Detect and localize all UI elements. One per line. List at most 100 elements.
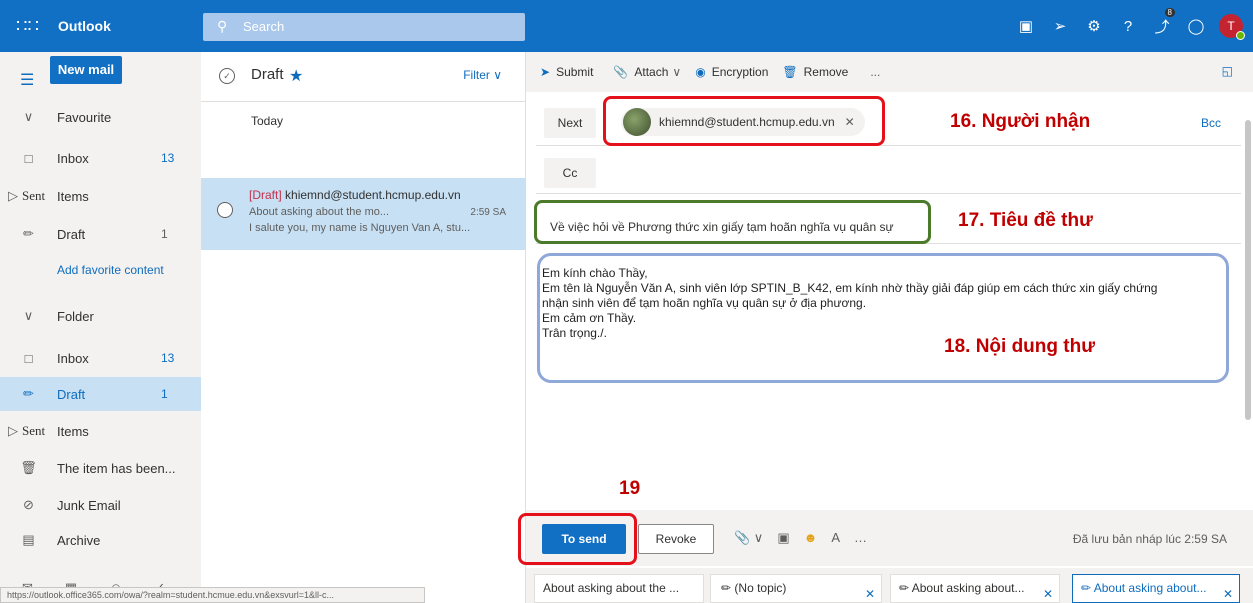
pencil-icon: ✏ [23, 386, 34, 401]
send-icon: ➤ [540, 65, 551, 79]
send-highlight [518, 513, 637, 565]
app-launcher-icon[interactable]: ∷∷ [16, 16, 39, 36]
draft-tab[interactable]: ✏ About asking about... ✕ [890, 574, 1060, 603]
revoke-button[interactable]: Revoke [638, 524, 714, 554]
search-placeholder: Search [243, 19, 285, 34]
filter-button[interactable]: Filter ∨ [463, 68, 502, 82]
recipient-highlight [603, 96, 885, 146]
notification-icon[interactable]: ◯ [1179, 17, 1213, 35]
feedback-icon[interactable]: ⤴ 8 [1145, 7, 1179, 37]
bcc-button[interactable]: Bcc [1201, 116, 1221, 130]
draft-tabs: About asking about the ... ✏ (No topic) ✕… [526, 568, 1253, 603]
draft-tab[interactable]: ✏ (No topic) ✕ [710, 574, 882, 603]
add-favorite-link[interactable]: Add favorite content [0, 253, 201, 287]
close-icon[interactable]: ✕ [865, 581, 875, 602]
close-icon[interactable]: ✕ [1043, 581, 1053, 602]
trash-icon: 🗑 [20, 460, 37, 475]
cc-button[interactable]: Cc [544, 158, 596, 188]
hamburger-icon[interactable]: ☰ [20, 70, 34, 90]
chevron-down-icon: ∨ [23, 109, 34, 124]
cc-row: Cc [536, 148, 1241, 194]
scrollbar[interactable] [1245, 100, 1251, 440]
pencil-icon: ✏ [899, 581, 910, 595]
presence-dot [1236, 31, 1245, 40]
avatar-initial: T [1227, 19, 1235, 33]
help-icon[interactable]: ? [1111, 18, 1145, 35]
popout-icon[interactable]: ◱ [1222, 64, 1233, 78]
sidebar-item-folder-sent[interactable]: ▷ Sent Items [0, 414, 201, 448]
paperclip-icon: 📎 [613, 65, 629, 79]
sidebar-item-folder-draft[interactable]: ✏ Draft 1 [0, 377, 201, 411]
folder-header[interactable]: ∨ Folder [0, 299, 201, 333]
message-time: 2:59 SA [470, 207, 506, 218]
notification-badge: 8 [1164, 7, 1175, 17]
message-from: [Draft] khiemnd@student.hcmup.edu.vn [249, 188, 461, 202]
pencil-icon: ✏ [23, 226, 34, 241]
remove-button[interactable]: 🗑 Remove [782, 65, 848, 79]
message-list: ✓ Draft ★ Filter ∨ Today [Draft] khiemnd… [201, 52, 526, 603]
message-preview: I salute you, my name is Nguyen Van A, s… [249, 222, 471, 234]
star-icon[interactable]: ★ [289, 66, 303, 86]
pencil-icon: ✏ [1081, 581, 1092, 595]
app-name[interactable]: Outlook [58, 18, 111, 34]
annotation-send: 19 [619, 478, 641, 499]
format-icons: 📎 ∨ ▣ ☻ A … [734, 530, 867, 546]
archive-icon: ▤ [22, 532, 35, 547]
teams-icon[interactable]: ➢ [1043, 17, 1077, 35]
close-icon[interactable]: ✕ [1223, 581, 1233, 602]
sidebar-item-inbox[interactable]: □ Inbox 13 [0, 141, 201, 175]
search-icon: ⚲ [217, 18, 228, 34]
encryption-button[interactable]: ◉ Encryption [695, 65, 768, 79]
paperclip-icon[interactable]: 📎 ∨ [734, 530, 763, 546]
submit-button[interactable]: ➤ Submit [540, 65, 593, 79]
meet-icon[interactable]: ▣ [1009, 17, 1043, 35]
favourite-header[interactable]: ∨ Favourite [0, 100, 201, 134]
list-item[interactable]: [Draft] khiemnd@student.hcmup.edu.vn Abo… [201, 178, 526, 250]
new-mail-button[interactable]: New mail [50, 56, 122, 84]
subject-highlight [534, 200, 931, 244]
more-icon[interactable]: … [854, 530, 867, 546]
top-bar: ∷∷ Outlook ⚲ Search ▣ ➢ ⚙ ? ⤴ 8 ◯ T [0, 0, 1253, 52]
to-button[interactable]: Next [544, 108, 596, 138]
inbox-icon: □ [24, 350, 33, 366]
sidebar-item-junk[interactable]: ⊘ Junk Email [0, 488, 201, 522]
sidebar-item-deleted[interactable]: 🗑 The item has been... [0, 451, 201, 485]
emoji-icon[interactable]: ☻ [804, 530, 818, 546]
body-highlight [537, 253, 1229, 383]
group-header: Today [251, 114, 284, 128]
chevron-down-icon: ∨ [23, 308, 34, 323]
more-commands-button[interactable]: ... [870, 65, 880, 79]
annotation-recipient: 16. Người nhận [950, 111, 1091, 132]
draft-tab[interactable]: About asking about the ... [534, 574, 704, 603]
settings-icon[interactable]: ⚙ [1077, 17, 1111, 35]
sidebar-item-draft[interactable]: ✏ Draft 1 [0, 217, 201, 251]
sidebar-item-archive[interactable]: ▤ Archive [0, 523, 201, 557]
message-list-header: ✓ Draft ★ Filter ∨ [201, 52, 526, 102]
image-icon[interactable]: ▣ [777, 530, 789, 546]
format-icon[interactable]: A [831, 530, 840, 546]
lock-icon: ◉ [695, 65, 706, 79]
top-icons: ▣ ➢ ⚙ ? ⤴ 8 ◯ T [1009, 0, 1253, 52]
sidebar-item-sent[interactable]: ▷ Sent Items [0, 179, 201, 213]
block-icon: ⊘ [23, 497, 34, 512]
select-radio[interactable] [217, 202, 233, 218]
send-icon: ▷ [8, 423, 18, 438]
annotation-body: 18. Nội dung thư [944, 336, 1095, 357]
sidebar-item-folder-inbox[interactable]: □ Inbox 13 [0, 341, 201, 375]
folder-title: Draft [251, 66, 284, 83]
left-nav: ☰ New mail ∨ Favourite □ Inbox 13 ▷ Sent… [0, 52, 201, 603]
select-all-checkbox[interactable]: ✓ [219, 68, 235, 84]
status-url: https://outlook.office365.com/owa/?realm… [0, 587, 425, 603]
scrollbar-thumb[interactable] [1245, 120, 1251, 420]
trash-icon: 🗑 [782, 65, 798, 79]
search-box[interactable]: ⚲ Search [203, 13, 525, 41]
avatar[interactable]: T [1219, 14, 1245, 40]
command-bar: ➤ Submit 📎 Attach ∨ ◉ Encryption 🗑 Remove ...… [526, 52, 1253, 92]
attach-button[interactable]: 📎 Attach ∨ [613, 65, 681, 79]
saved-status: Đã lưu bản nháp lúc 2:59 SA [1072, 532, 1227, 546]
draft-tab-active[interactable]: ✏ About asking about... ✕ [1072, 574, 1240, 603]
annotation-subject: 17. Tiêu đề thư [958, 210, 1093, 231]
send-icon: ▷ [8, 188, 18, 203]
inbox-icon: □ [24, 150, 33, 166]
chevron-down-icon: ∨ [672, 65, 682, 79]
